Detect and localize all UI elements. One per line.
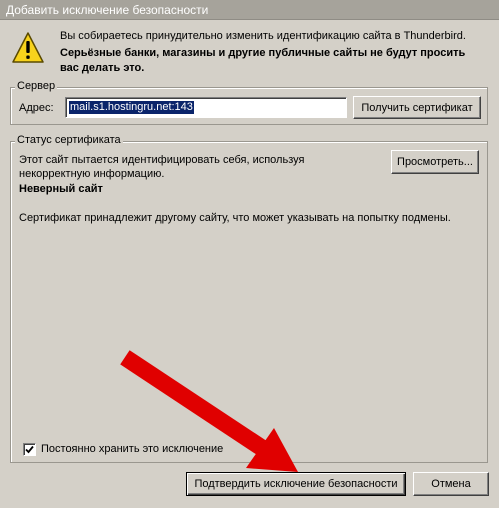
address-input[interactable]: mail.s1.hostingru.net:143 [65,97,347,118]
confirm-exception-button[interactable]: Подтвердить исключение безопасности [186,472,406,496]
title-bar: Добавить исключение безопасности [0,0,499,20]
checkmark-icon [25,445,34,454]
server-group-label: Сервер [15,80,58,92]
view-certificate-button[interactable]: Просмотреть... [391,150,479,174]
warning-bold-text: Серьёзные банки, магазины и другие публи… [60,47,466,74]
security-exception-dialog: Добавить исключение безопасности Вы соби… [0,0,499,508]
permanent-exception-label: Постоянно хранить это исключение [41,443,224,455]
wrong-site-description: Сертификат принадлежит другому сайту, чт… [19,212,451,224]
certificate-status-label: Статус сертификата [15,134,123,146]
status-description: Этот сайт пытается идентифицировать себя… [19,154,305,180]
cancel-button[interactable]: Отмена [413,472,489,496]
get-certificate-button[interactable]: Получить сертификат [353,96,481,119]
warning-text: Вы собираетесь принудительно изменить ид… [60,30,466,42]
server-group: Сервер Адрес: mail.s1.hostingru.net:143 … [10,80,488,125]
window-title: Добавить исключение безопасности [6,3,209,17]
address-value: mail.s1.hostingru.net:143 [69,101,194,114]
wrong-site-heading: Неверный сайт [19,183,103,195]
warning-triangle-icon [12,32,44,63]
address-label: Адрес: [19,102,54,114]
permanent-exception-checkbox[interactable] [23,443,36,456]
certificate-status-group: Статус сертификата Этот сайт пытается ид… [10,134,488,463]
